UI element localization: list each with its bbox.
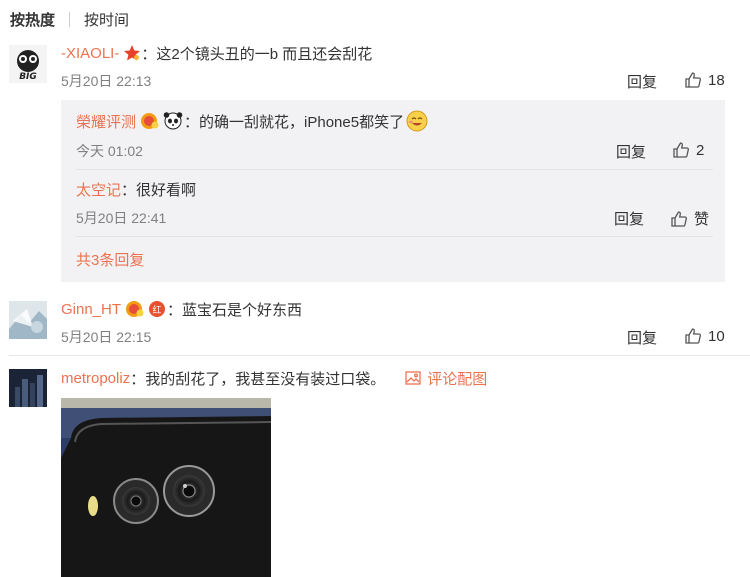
reply-username[interactable]: 太空记	[76, 179, 121, 200]
like-button[interactable]: 18	[684, 71, 725, 89]
reply-time: 5月20日 22:41	[76, 210, 167, 226]
avatar[interactable]	[9, 301, 47, 339]
reply-divider	[76, 169, 713, 170]
svg-text:BIG: BIG	[19, 72, 37, 82]
comment-text: ：蓝宝石是个好东西	[167, 301, 303, 319]
like-label: 赞	[694, 211, 710, 228]
more-replies-link[interactable]: 共3条回复	[76, 249, 144, 270]
red-badge-icon: 红	[147, 300, 167, 318]
verified-badge-icon	[125, 300, 145, 318]
reply-button[interactable]: 回复	[614, 208, 644, 229]
laugh-emoji-icon	[406, 110, 428, 132]
comment-image-label: 评论配图	[427, 370, 488, 388]
like-button[interactable]: 2	[672, 141, 704, 159]
reply-text: ：很好看啊	[121, 181, 197, 199]
svg-text:红: 红	[153, 304, 162, 316]
panda-emoji-icon	[162, 112, 184, 130]
star-badge-icon	[123, 44, 141, 62]
username[interactable]: Ginn_HT	[61, 301, 121, 318]
reply-button[interactable]: 回复	[627, 71, 657, 92]
comment-time: 5月20日 22:15	[61, 329, 152, 345]
avatar[interactable]: BIG	[9, 45, 47, 83]
username[interactable]: -XIAOLI-	[61, 45, 119, 62]
reply-time: 今天 01:02	[76, 143, 143, 159]
like-count: 2	[696, 141, 705, 159]
reply-button[interactable]: 回复	[627, 327, 657, 348]
sort-divider	[69, 11, 71, 27]
thumbs-up-icon	[671, 210, 687, 227]
comment-divider	[9, 355, 750, 356]
reply-username[interactable]: 榮耀评测	[76, 111, 136, 132]
like-button[interactable]: 赞	[670, 208, 709, 229]
comment-line: Ginn_HT 红 ：蓝宝石是个好东西	[61, 298, 302, 320]
thumbs-up-icon	[685, 328, 701, 344]
comment-time: 5月20日 22:13	[61, 73, 152, 89]
reply-line: 榮耀评测 ：的确一刮就花，iPhone5都笑了	[76, 110, 428, 132]
reply-divider	[76, 236, 713, 237]
comment-text: ：这2个镜头丑的一b 而且还会刮花	[141, 45, 373, 63]
reply-line: 太空记 ：很好看啊	[76, 178, 196, 200]
thumbs-up-icon	[685, 72, 701, 88]
sort-by-time[interactable]: 按时间	[84, 9, 129, 30]
avatar[interactable]	[9, 369, 47, 407]
like-count: 18	[708, 71, 725, 89]
thumbs-up-icon	[673, 142, 689, 158]
reply-box: 榮耀评测 ：的确一刮就花，iPhone5都笑了 今天 01:02 回复 2 太空…	[61, 100, 725, 282]
username[interactable]: metropoliz	[61, 370, 130, 387]
comment-line: -XIAOLI- ：这2个镜头丑的一b 而且还会刮花	[61, 42, 372, 64]
comment-line: metropoliz ：我的刮花了，我甚至没有装过口袋。 评论配图	[61, 367, 487, 389]
like-count: 10	[708, 327, 725, 345]
verified-badge-icon	[140, 112, 160, 130]
comment-image-link[interactable]: 评论配图	[405, 368, 487, 389]
reply-text: ：的确一刮就花，iPhone5都笑了	[184, 113, 405, 131]
sort-bar: 按热度 按时间	[10, 8, 129, 30]
image-icon	[405, 371, 421, 385]
comment-text: ：我的刮花了，我甚至没有装过口袋。	[130, 370, 386, 388]
like-button[interactable]: 10	[684, 327, 725, 345]
comment-photo[interactable]	[61, 398, 271, 577]
reply-button[interactable]: 回复	[616, 141, 646, 162]
sort-by-hot[interactable]: 按热度	[10, 9, 55, 30]
